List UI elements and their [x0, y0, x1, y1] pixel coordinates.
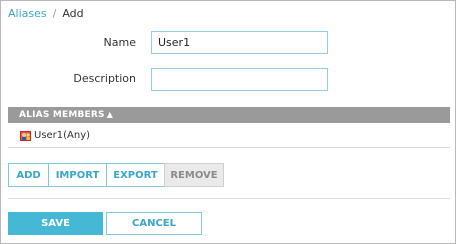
divider	[8, 198, 450, 199]
page-container: Aliases / Add Name Description ALIAS MEMBE…	[0, 0, 456, 244]
alias-members-header-label: ALIAS MEMBERS	[19, 110, 105, 120]
import-button[interactable]: IMPORT	[48, 163, 107, 187]
user-icon	[20, 130, 32, 142]
add-button[interactable]: ADD	[8, 163, 49, 187]
member-actions: ADD IMPORT EXPORT REMOVE	[8, 163, 224, 187]
alias-members-header[interactable]: ALIAS MEMBERS ▲	[8, 107, 450, 123]
description-input[interactable]	[151, 68, 328, 91]
sort-asc-icon: ▲	[106, 110, 114, 119]
breadcrumb-current: Add	[62, 7, 84, 20]
description-label: Description	[73, 72, 136, 85]
remove-button[interactable]: REMOVE	[164, 163, 224, 187]
breadcrumb: Aliases / Add	[8, 7, 84, 20]
export-button[interactable]: EXPORT	[106, 163, 165, 187]
save-button[interactable]: SAVE	[8, 212, 103, 235]
breadcrumb-aliases-link[interactable]: Aliases	[8, 7, 47, 20]
member-label: User1(Any)	[34, 130, 91, 141]
name-label: Name	[103, 36, 136, 49]
name-input[interactable]	[151, 31, 328, 54]
table-row[interactable]: User1(Any)	[8, 124, 450, 148]
cancel-button[interactable]: CANCEL	[106, 212, 202, 235]
breadcrumb-separator: /	[52, 7, 57, 20]
